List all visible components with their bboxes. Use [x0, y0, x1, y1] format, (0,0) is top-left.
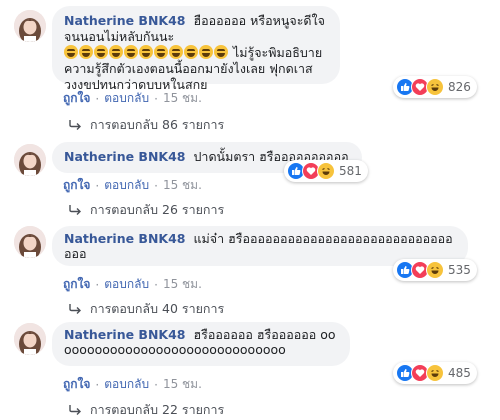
like-link[interactable]: ถูกใจ — [63, 275, 90, 294]
view-replies-link[interactable]: การตอบกลับ 22 รายการ — [68, 400, 224, 420]
separator-dot: · — [95, 178, 100, 193]
comment-bubble: Natherine BNK48 ฮรืออออออ ฮรืออออออ oooo… — [52, 322, 350, 366]
comment-author[interactable]: Natherine BNK48 — [64, 231, 186, 246]
separator-dot: · — [95, 377, 100, 392]
crying-laughing-face-icon — [79, 45, 93, 59]
reaction-count: 485 — [448, 366, 471, 380]
timestamp[interactable]: 15 ชม. — [163, 375, 202, 394]
timestamp[interactable]: 15 ชม. — [163, 176, 202, 195]
view-replies-link[interactable]: การตอบกลับ 40 รายการ — [68, 299, 224, 319]
timestamp[interactable]: 15 ชม. — [163, 275, 202, 294]
avatar[interactable] — [14, 226, 46, 258]
avatar[interactable] — [14, 323, 46, 355]
crying-laughing-face-icon — [109, 45, 123, 59]
crying-laughing-face-icon — [184, 45, 198, 59]
avatar[interactable] — [14, 144, 46, 176]
reaction-count: 826 — [448, 80, 471, 94]
view-replies-link[interactable]: การตอบกลับ 86 รายการ — [68, 115, 224, 135]
crying-laughing-face-icon — [214, 45, 228, 59]
separator-dot: · — [154, 178, 158, 193]
reaction-summary[interactable]: 581 — [284, 160, 368, 182]
emoji-sequence — [64, 45, 229, 61]
laughing-face-icon — [426, 261, 444, 279]
separator-dot: · — [95, 277, 100, 292]
avatar[interactable] — [14, 10, 46, 42]
comment-author[interactable]: Natherine BNK48 — [64, 327, 186, 342]
reaction-summary[interactable]: 485 — [393, 362, 477, 384]
replies-count-label[interactable]: การตอบกลับ 86 รายการ — [90, 115, 224, 135]
reply-arrow-icon — [68, 204, 82, 216]
crying-laughing-face-icon — [169, 45, 183, 59]
comment-actions: ถูกใจ · ตอบกลับ · 15 ชม. — [63, 176, 202, 195]
replies-count-label[interactable]: การตอบกลับ 26 รายการ — [90, 200, 224, 220]
replies-count-label[interactable]: การตอบกลับ 40 รายการ — [90, 299, 224, 319]
separator-dot: · — [154, 377, 158, 392]
comment-actions: ถูกใจ · ตอบกลับ · 15 ชม. — [63, 375, 202, 394]
laughing-face-icon — [426, 364, 444, 382]
comment-actions: ถูกใจ · ตอบกลับ · 15 ชม. — [63, 89, 202, 108]
crying-laughing-face-icon — [94, 45, 108, 59]
reaction-summary[interactable]: 826 — [393, 76, 477, 98]
like-link[interactable]: ถูกใจ — [63, 176, 90, 195]
reply-link[interactable]: ตอบกลับ — [104, 375, 149, 394]
view-replies-link[interactable]: การตอบกลับ 26 รายการ — [68, 200, 224, 220]
reply-link[interactable]: ตอบกลับ — [104, 275, 149, 294]
reply-arrow-icon — [68, 119, 82, 131]
reply-link[interactable]: ตอบกลับ — [104, 176, 149, 195]
reaction-summary[interactable]: 535 — [393, 259, 477, 281]
like-link[interactable]: ถูกใจ — [63, 375, 90, 394]
reply-link[interactable]: ตอบกลับ — [104, 89, 149, 108]
reaction-count: 581 — [339, 164, 362, 178]
reply-arrow-icon — [68, 303, 82, 315]
laughing-face-icon — [426, 78, 444, 96]
separator-dot: · — [154, 277, 158, 292]
crying-laughing-face-icon — [199, 45, 213, 59]
separator-dot: · — [154, 91, 158, 106]
reaction-count: 535 — [448, 263, 471, 277]
crying-laughing-face-icon — [139, 45, 153, 59]
comment-author[interactable]: Natherine BNK48 — [64, 149, 186, 164]
timestamp[interactable]: 15 ชม. — [163, 89, 202, 108]
laughing-face-icon — [317, 162, 335, 180]
comment-thread: Natherine BNK48 ฮืออออออ หรือหนูจะดีใจจน… — [0, 0, 500, 418]
replies-count-label[interactable]: การตอบกลับ 22 รายการ — [90, 400, 224, 420]
crying-laughing-face-icon — [64, 45, 78, 59]
separator-dot: · — [95, 91, 100, 106]
crying-laughing-face-icon — [154, 45, 168, 59]
reply-arrow-icon — [68, 404, 82, 416]
like-link[interactable]: ถูกใจ — [63, 89, 90, 108]
comment-author[interactable]: Natherine BNK48 — [64, 13, 186, 28]
comment-bubble: Natherine BNK48 ฮืออออออ หรือหนูจะดีใจจน… — [52, 6, 340, 92]
crying-laughing-face-icon — [124, 45, 138, 59]
comment-actions: ถูกใจ · ตอบกลับ · 15 ชม. — [63, 275, 202, 294]
